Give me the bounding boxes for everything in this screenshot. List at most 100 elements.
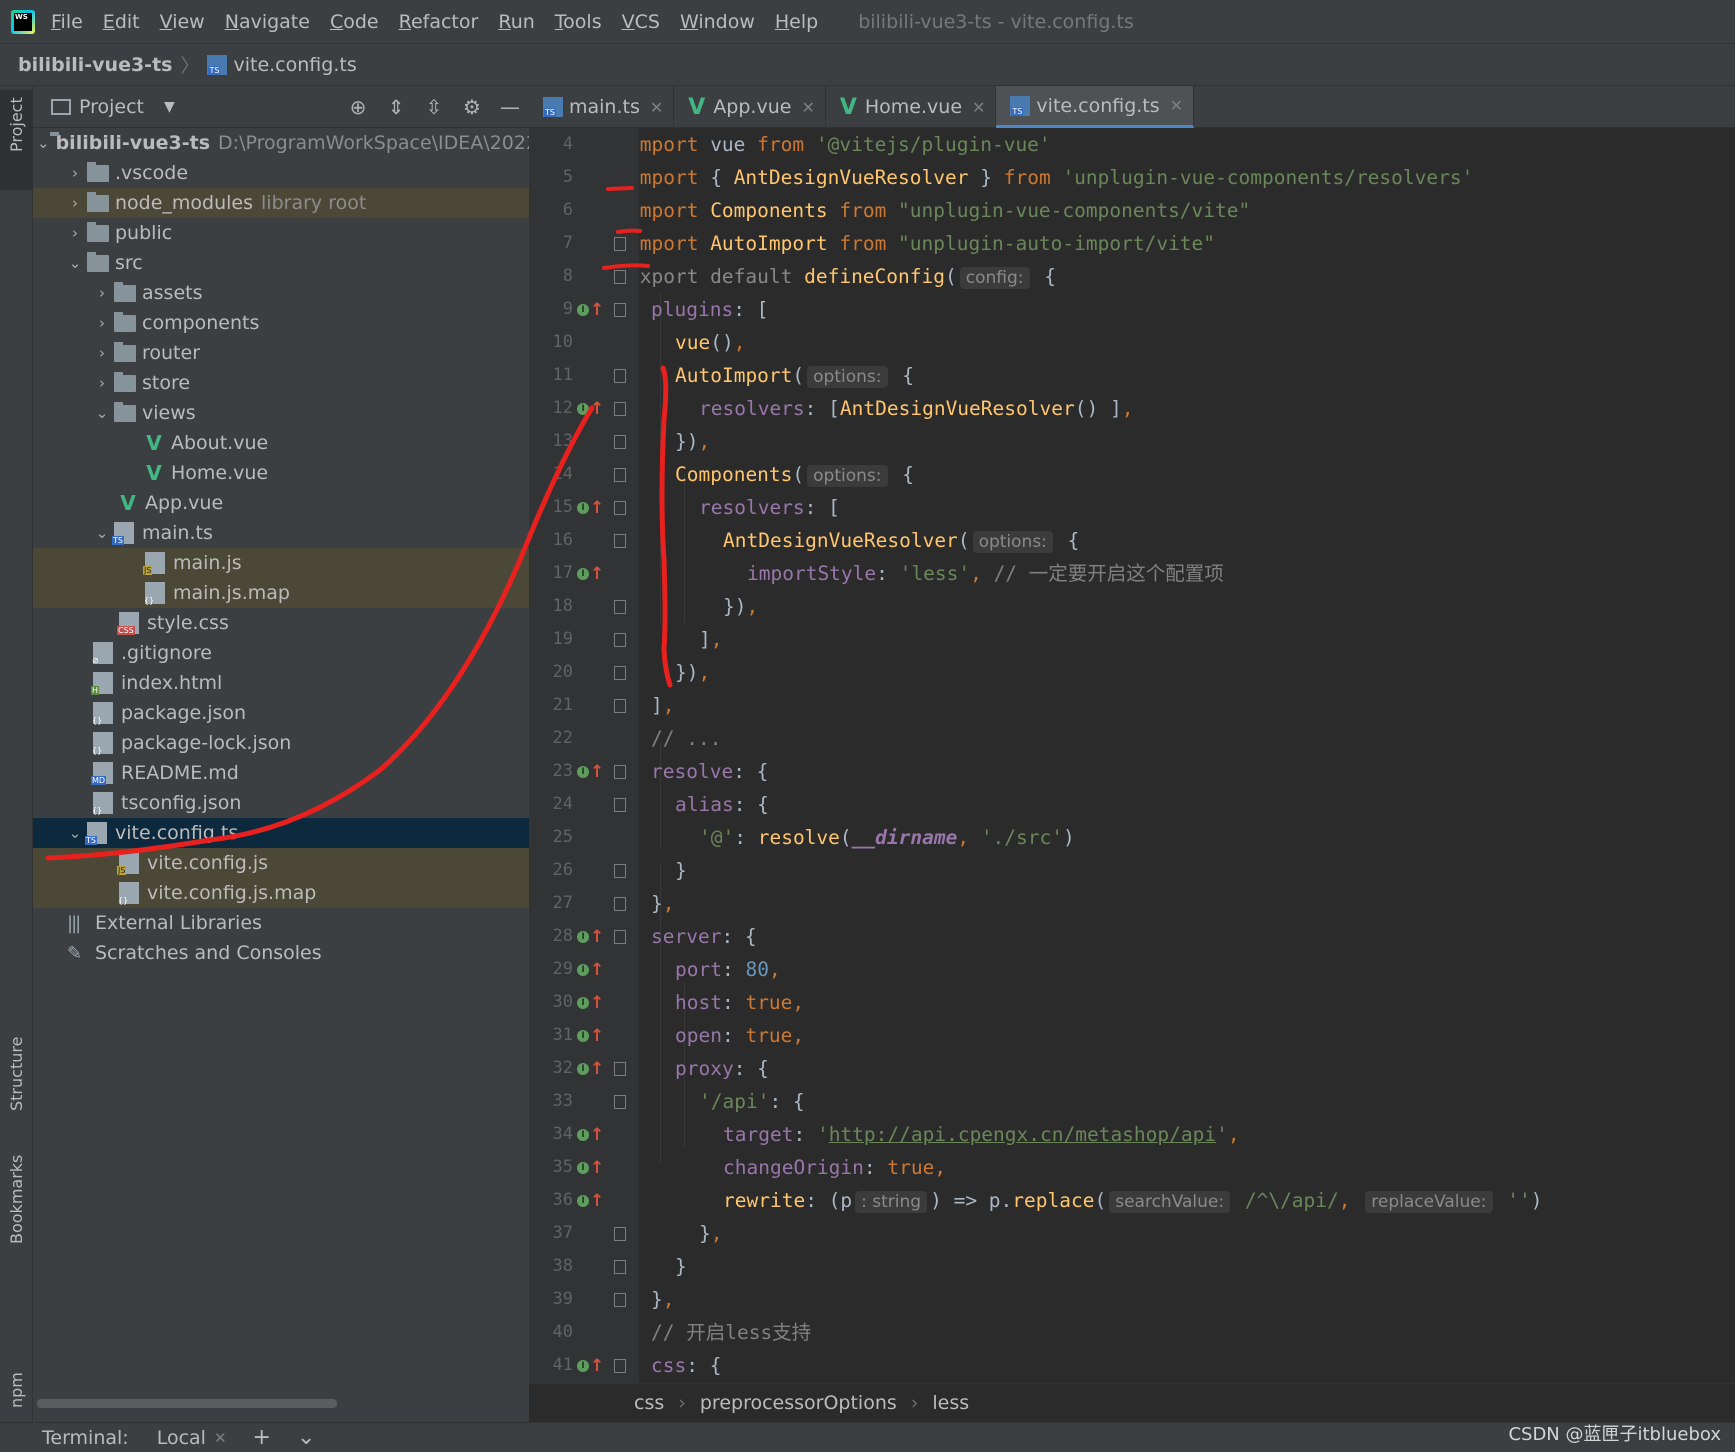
fold-marker-icon[interactable]	[614, 369, 626, 383]
implements-icon[interactable]: I ↑	[577, 986, 607, 1019]
fold-marker-icon[interactable]	[614, 501, 626, 515]
close-icon[interactable]: ✕	[801, 98, 814, 117]
implements-icon[interactable]: I ↑	[577, 1052, 607, 1085]
chevron-right-icon[interactable]: ›	[90, 284, 114, 302]
fold-marker-icon[interactable]	[614, 435, 626, 449]
tree-row[interactable]: › assets	[33, 278, 529, 308]
tree-row[interactable]: › public	[33, 218, 529, 248]
tab-app-vue[interactable]: V App.vue ✕	[674, 86, 826, 128]
menu-edit[interactable]: Edit	[103, 11, 140, 33]
implements-icon[interactable]: I ↑	[577, 755, 607, 788]
tree-row[interactable]: JS vite.config.js	[33, 848, 529, 878]
tree-row[interactable]: {} package-lock.json	[33, 728, 529, 758]
tree-row[interactable]: › store	[33, 368, 529, 398]
menu-navigate[interactable]: Navigate	[225, 11, 310, 33]
tree-row[interactable]: ✎ Scratches and Consoles	[33, 938, 529, 968]
chevron-down-icon[interactable]: ⌄	[63, 254, 87, 272]
menu-help[interactable]: Help	[775, 11, 818, 33]
tree-row[interactable]: {} package.json	[33, 698, 529, 728]
tree-row-selected[interactable]: ⌄ TS vite.config.ts	[33, 818, 529, 848]
fold-marker-icon[interactable]	[614, 1359, 626, 1373]
chevron-down-icon[interactable]: ⌄	[90, 404, 114, 422]
menu-file[interactable]: File	[51, 11, 83, 33]
fold-marker-icon[interactable]	[614, 270, 626, 284]
menu-run[interactable]: Run	[498, 11, 534, 33]
fold-marker-icon[interactable]	[614, 930, 626, 944]
fold-marker-icon[interactable]	[614, 765, 626, 779]
tool-tab-npm[interactable]: npm	[0, 1372, 33, 1416]
implements-icon[interactable]: I ↑	[577, 1184, 607, 1217]
fold-marker-icon[interactable]	[614, 897, 626, 911]
implements-icon[interactable]: I ↑	[577, 1151, 607, 1184]
locate-file-icon[interactable]: ⊕	[339, 95, 377, 119]
tree-row[interactable]: ⌄ src	[33, 248, 529, 278]
nav-project-crumb[interactable]: bilibili-vue3-ts	[18, 54, 172, 76]
tree-row[interactable]: ⌄ TS main.ts	[33, 518, 529, 548]
breadcrumb-less[interactable]: less	[932, 1392, 969, 1414]
breadcrumb-preprocessor-options[interactable]: preprocessorOptions	[700, 1392, 897, 1414]
add-terminal-icon[interactable]: +	[253, 1425, 271, 1450]
implements-icon[interactable]: I ↑	[577, 920, 607, 953]
tree-row[interactable]: › components	[33, 308, 529, 338]
implements-icon[interactable]: I ↑	[577, 392, 607, 425]
chevron-right-icon[interactable]: ›	[90, 314, 114, 332]
fold-marker-icon[interactable]	[614, 1227, 626, 1241]
fold-marker-icon[interactable]	[614, 1095, 626, 1109]
tree-row[interactable]: {} vite.config.js.map	[33, 878, 529, 908]
chevron-down-icon[interactable]: ▼	[164, 99, 175, 115]
webstorm-logo-icon[interactable]: WS	[11, 9, 35, 34]
menu-refactor[interactable]: Refactor	[399, 11, 479, 33]
implements-icon[interactable]: I ↑	[577, 1349, 607, 1382]
chevron-right-icon[interactable]: ›	[63, 194, 87, 212]
tree-row[interactable]: {} tsconfig.json	[33, 788, 529, 818]
tree-row[interactable]: CSS style.css	[33, 608, 529, 638]
menu-tools[interactable]: Tools	[555, 11, 602, 33]
fold-marker-icon[interactable]	[614, 600, 626, 614]
fold-marker-icon[interactable]	[614, 534, 626, 548]
breadcrumb-css[interactable]: css	[634, 1392, 664, 1414]
chevron-down-icon[interactable]: ⌄	[37, 134, 50, 152]
fold-marker-icon[interactable]	[614, 1062, 626, 1076]
implements-icon[interactable]: I ↑	[577, 491, 607, 524]
tree-row[interactable]: V App.vue	[33, 488, 529, 518]
fold-marker-icon[interactable]	[614, 303, 626, 317]
tab-main-ts[interactable]: main.ts ✕	[529, 86, 675, 128]
close-icon[interactable]: ✕	[1170, 96, 1183, 115]
tree-row[interactable]: {} main.js.map	[33, 578, 529, 608]
url-link[interactable]: http://api.cpengx.cn/metashop/api	[829, 1123, 1216, 1146]
fold-marker-icon[interactable]	[614, 237, 626, 251]
implements-icon[interactable]: I ↑	[577, 1019, 607, 1052]
implements-icon[interactable]: I ↑	[577, 953, 607, 986]
tree-row[interactable]: V About.vue	[33, 428, 529, 458]
chevron-right-icon[interactable]: ›	[90, 374, 114, 392]
chevron-right-icon[interactable]: ›	[63, 224, 87, 242]
expand-all-icon[interactable]: ⇕	[377, 95, 415, 119]
close-icon[interactable]: ✕	[650, 98, 663, 117]
implements-icon[interactable]: I ↑	[577, 557, 607, 590]
fold-marker-icon[interactable]	[614, 699, 626, 713]
fold-marker-icon[interactable]	[614, 468, 626, 482]
tree-row[interactable]: › .vscode	[33, 158, 529, 188]
tool-tab-structure[interactable]: Structure	[0, 1011, 33, 1121]
menu-view[interactable]: View	[160, 11, 205, 33]
fold-marker-icon[interactable]	[614, 633, 626, 647]
terminal-label[interactable]: Terminal:	[42, 1427, 129, 1449]
hide-panel-icon[interactable]: —	[491, 95, 529, 119]
fold-marker-icon[interactable]	[614, 402, 626, 416]
menu-code[interactable]: Code	[330, 11, 379, 33]
tree-row[interactable]: ⊘ .gitignore	[33, 638, 529, 668]
collapse-all-icon[interactable]: ⇳	[415, 95, 453, 119]
tree-row[interactable]: › node_modules library root	[33, 188, 529, 218]
tree-row-root[interactable]: ⌄ bilibili-vue3-ts D:\ProgramWorkSpace\ID…	[33, 128, 538, 158]
fold-marker-icon[interactable]	[614, 1260, 626, 1274]
close-icon[interactable]: ✕	[972, 98, 985, 117]
project-panel-title[interactable]: Project	[79, 96, 144, 118]
fold-marker-icon[interactable]	[614, 666, 626, 680]
nav-file-crumb[interactable]: vite.config.ts	[233, 54, 356, 76]
chevron-right-icon[interactable]: ›	[63, 164, 87, 182]
chevron-right-icon[interactable]: ›	[90, 344, 114, 362]
tree-row[interactable]: MD README.md	[33, 758, 529, 788]
tree-row[interactable]: › router	[33, 338, 529, 368]
implements-icon[interactable]: I ↑	[577, 1118, 607, 1151]
terminal-tab-local[interactable]: Local	[157, 1427, 206, 1449]
